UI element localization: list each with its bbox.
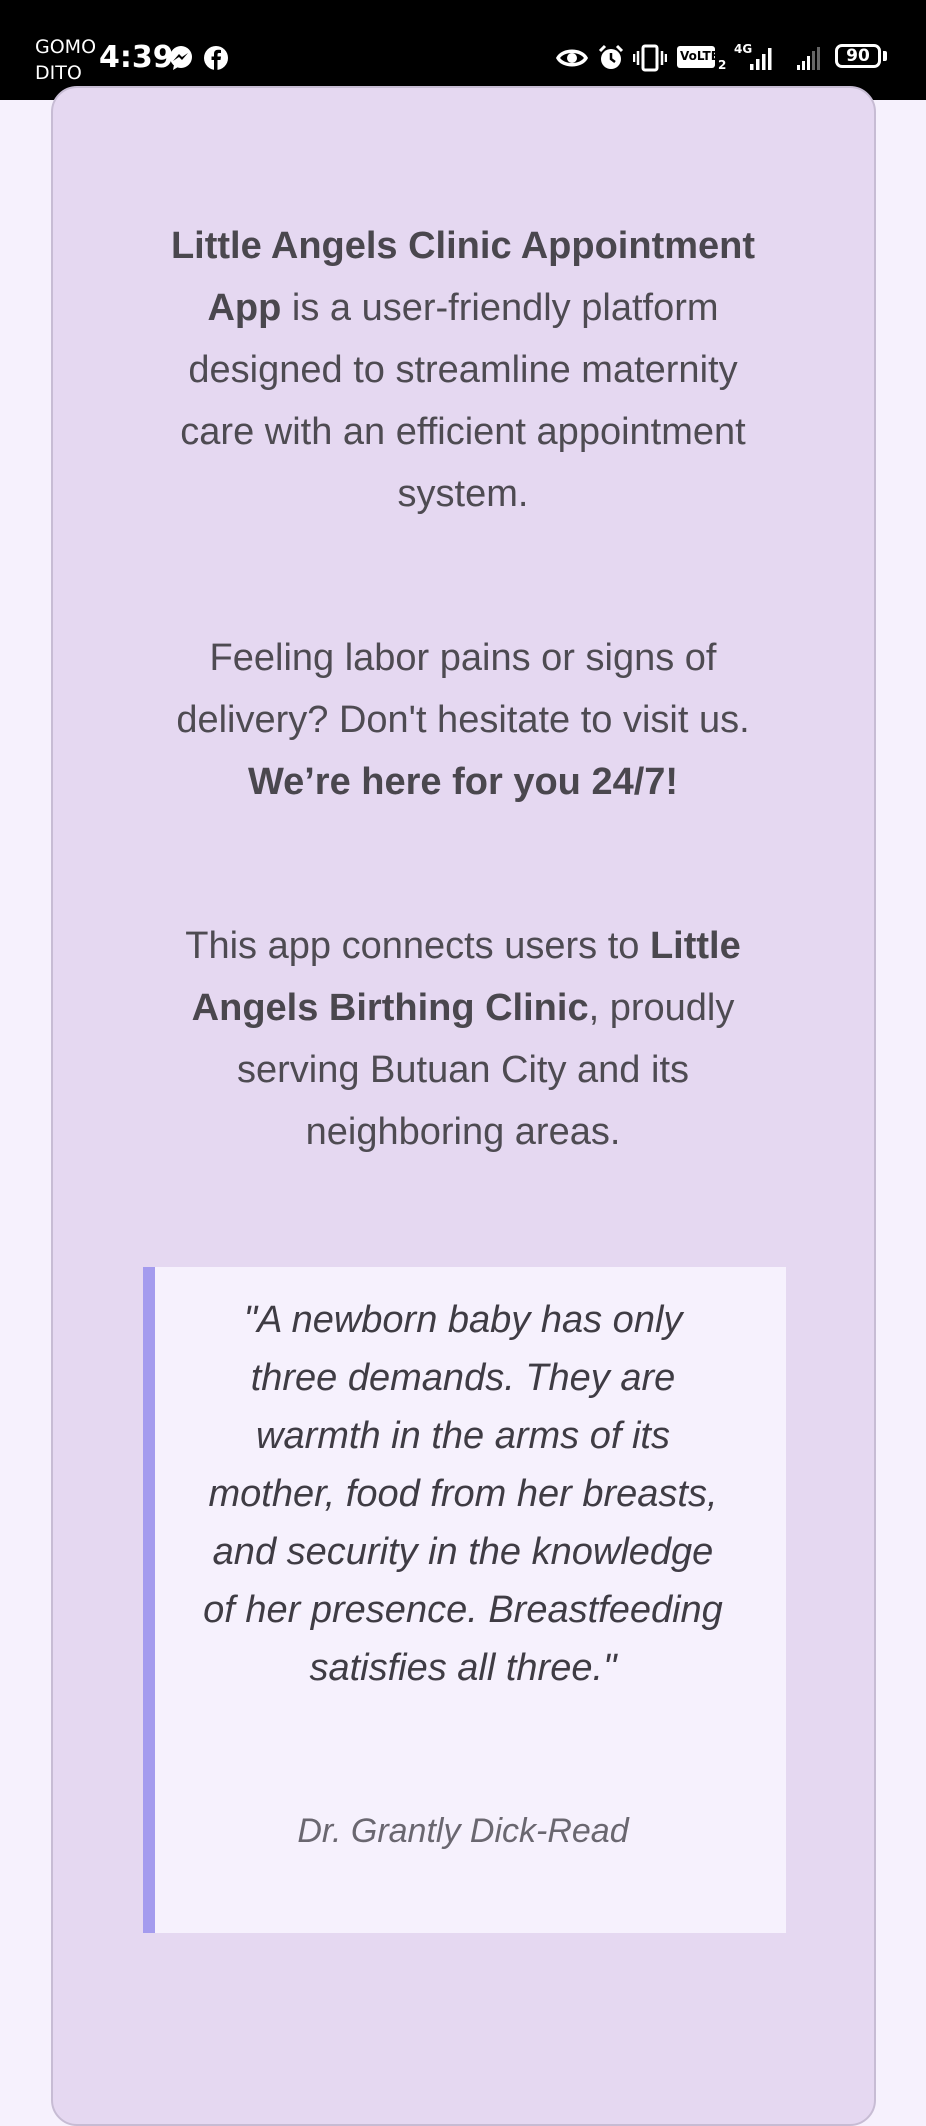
alarm-icon — [598, 44, 624, 69]
battery-icon: 90 — [835, 44, 881, 68]
connect-prefix: This app connects users to — [185, 925, 650, 967]
page-edge — [918, 100, 926, 2048]
sim-slot-label: 2 — [718, 58, 727, 72]
availability-text: We’re here for you 24/7! — [247, 761, 679, 803]
signal-weak-icon — [797, 47, 820, 70]
labor-text: Feeling labor pains or signs of delivery… — [176, 637, 750, 741]
status-time: 4:39 — [99, 40, 174, 75]
eye-icon — [556, 49, 588, 67]
quote-text: "A newborn baby has only three demands. … — [203, 1299, 723, 1689]
carrier-line2: DITO — [35, 62, 82, 84]
labor-paragraph: Feeling labor pains or signs of delivery… — [150, 627, 776, 813]
quote-author: Dr. Grantly Dick-Read — [297, 1812, 629, 1850]
carrier-line1: GOMO — [35, 36, 97, 58]
volte-label: VoLTE — [680, 49, 719, 63]
status-bar: GOMO DITO 4:39 VoLTE 2 4G 90 — [0, 0, 926, 100]
connect-paragraph: This app connects users to Little Angels… — [150, 915, 776, 1163]
signal-icon — [750, 48, 772, 70]
quote-block: "A newborn baby has only three demands. … — [143, 1267, 786, 1933]
battery-tip — [883, 51, 887, 61]
quote-accent-bar — [143, 1267, 155, 1933]
carrier-label: GOMO DITO — [35, 34, 96, 86]
facebook-icon — [204, 46, 228, 70]
vibrate-icon — [633, 44, 667, 72]
intro-paragraph: Little Angels Clinic Appointment App is … — [150, 215, 776, 525]
messenger-icon — [170, 46, 192, 70]
